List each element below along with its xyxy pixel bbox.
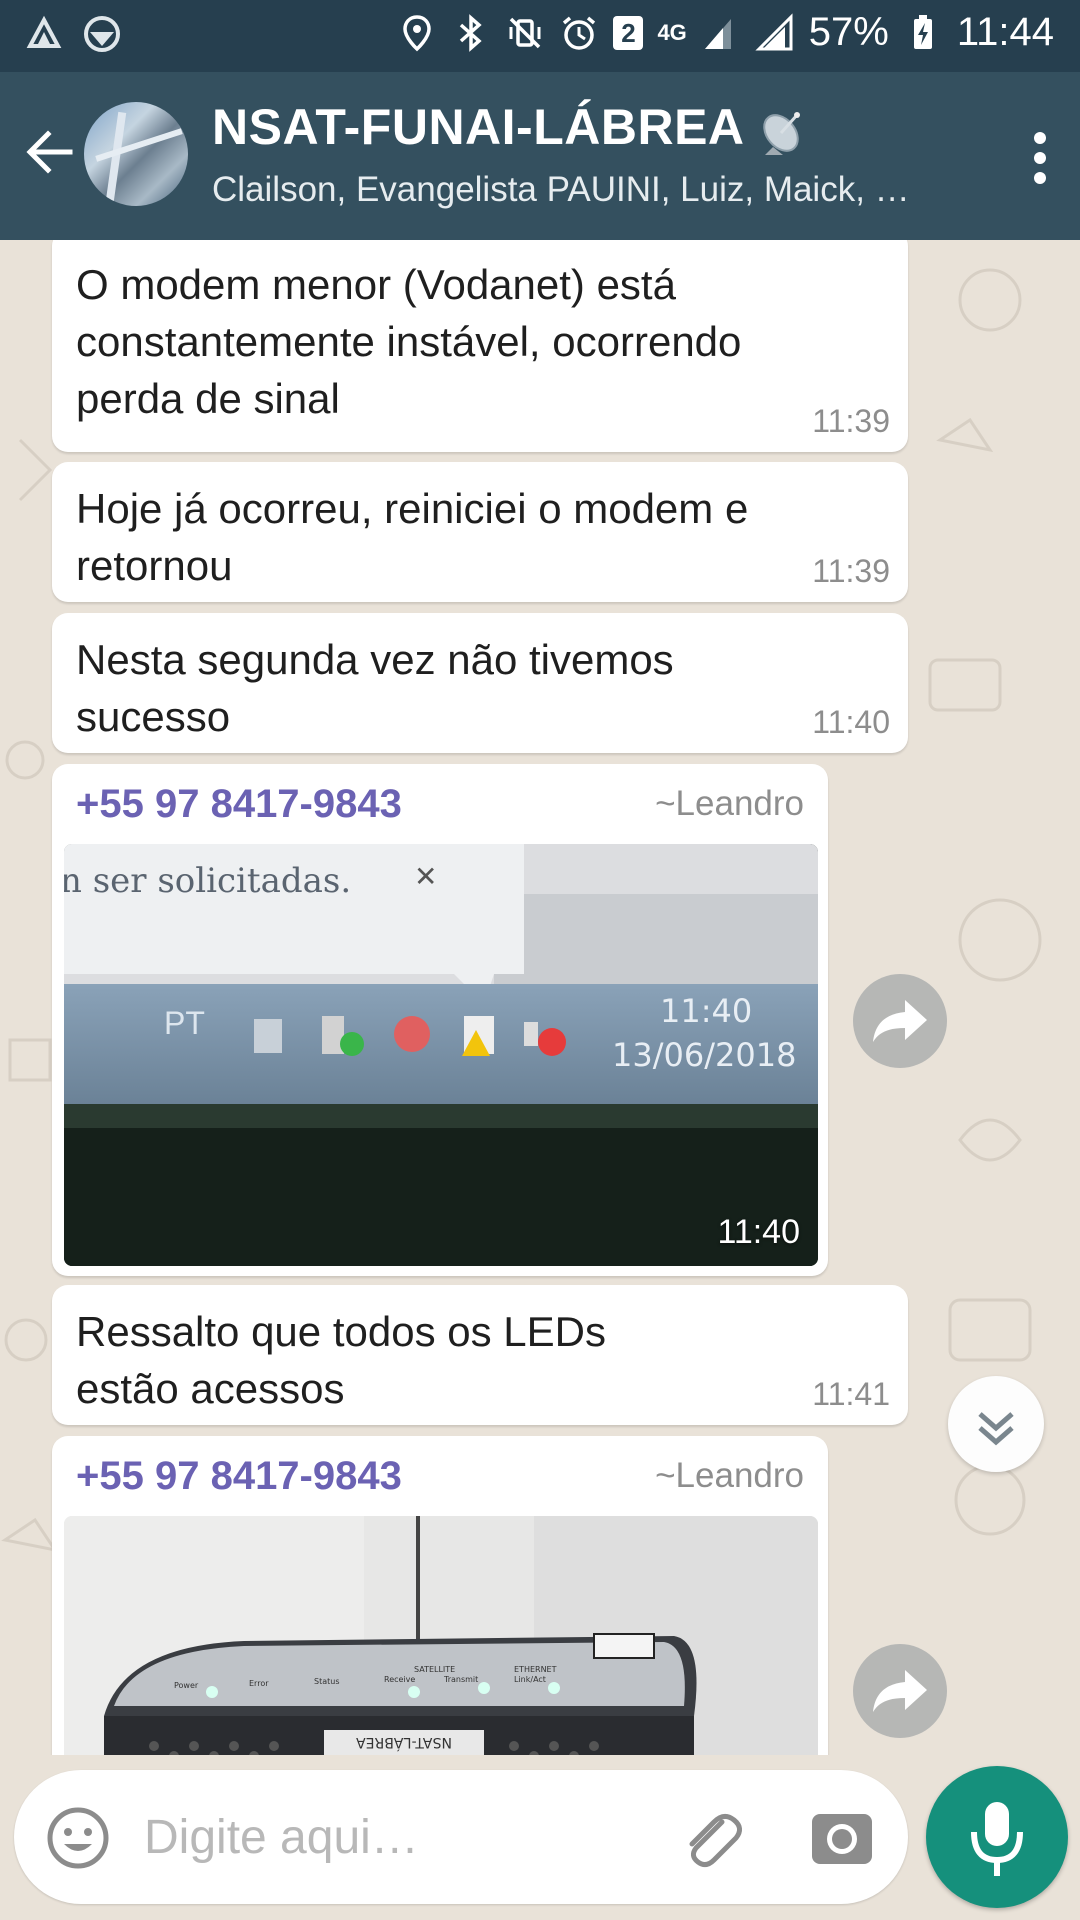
- image-message[interactable]: +55 97 8417-9843 ~Leandro n ser solicita…: [52, 764, 828, 1276]
- battery-percent: 57%: [808, 10, 889, 54]
- photo-taskbar[interactable]: n ser solicitadas. ✕ PT 11:40 13/06/2018…: [64, 844, 818, 1266]
- browser-app-icon: [84, 16, 120, 52]
- modem-led-label: ETHERNET: [514, 1665, 557, 1674]
- more-vert-icon[interactable]: [1030, 128, 1050, 184]
- modem-device-label: NSAT-LÁBREA: [356, 1734, 452, 1751]
- group-avatar[interactable]: [84, 102, 188, 206]
- signal-icon-2: [755, 12, 793, 50]
- camera-icon[interactable]: [810, 1806, 874, 1870]
- modem-led-label: Link/Act: [514, 1675, 546, 1684]
- photo-modem[interactable]: Power Error Status Receive SATELLITE Tra…: [64, 1516, 818, 1755]
- sender-name[interactable]: +55 97 8417-9843: [76, 782, 402, 827]
- message-time: 11:40: [812, 704, 890, 740]
- photo-popup-text: n ser solicitadas.: [64, 861, 351, 901]
- bluetooth-icon: [460, 13, 483, 52]
- location-icon: [403, 14, 432, 51]
- message-text: O modem menor (Vodanet) está constanteme…: [76, 261, 742, 422]
- group-title[interactable]: NSAT-FUNAI-LÁBREA: [212, 98, 809, 157]
- forward-icon: [873, 1670, 927, 1712]
- message-bubble[interactable]: Hoje já ocorreu, reiniciei o modem e ret…: [52, 462, 908, 602]
- status-bar: 2 4G 57% 11:44: [0, 0, 1080, 72]
- notification-alert-icon: [26, 15, 62, 48]
- sim-badge: 2: [613, 15, 644, 50]
- photo-date-text: 13/06/2018: [612, 1036, 796, 1074]
- forward-icon: [873, 1000, 927, 1042]
- photo-lang-text: PT: [164, 1005, 205, 1041]
- modem-led-label: Receive: [384, 1675, 415, 1684]
- message-bubble[interactable]: Nesta segunda vez não tivemos sucesso 11…: [52, 613, 908, 753]
- group-members[interactable]: Clailson, Evangelista PAUINI, Luiz, Maic…: [212, 170, 972, 210]
- alarm-icon: [563, 16, 596, 50]
- message-text: Nesta segunda vez não tivemos sucesso: [76, 636, 674, 740]
- modem-led-label: Power: [174, 1681, 199, 1690]
- signal-icon: [704, 18, 731, 49]
- message-composer: [14, 1770, 908, 1904]
- message-time: 11:41: [812, 1376, 890, 1412]
- attach-icon[interactable]: [676, 1804, 746, 1874]
- modem-led-label: Status: [314, 1677, 340, 1686]
- emoji-icon[interactable]: [46, 1806, 110, 1870]
- chevron-down-icon: [978, 1412, 1014, 1446]
- photo-clock-text: 11:40: [660, 992, 752, 1030]
- modem-photo-content: Power Error Status Receive SATELLITE Tra…: [64, 1516, 818, 1755]
- chat-header: NSAT-FUNAI-LÁBREA Clailson, Evangelista …: [0, 72, 1080, 240]
- group-title-text: NSAT-FUNAI-LÁBREA: [212, 99, 745, 155]
- vibrate-mute-icon: [509, 17, 541, 48]
- modem-led-label: SATELLITE: [414, 1665, 455, 1674]
- clock: 11:44: [956, 10, 1054, 54]
- message-time: 11:40: [717, 1213, 800, 1251]
- message-input[interactable]: [144, 1800, 624, 1874]
- scroll-to-bottom-button[interactable]: [948, 1376, 1044, 1472]
- message-text: Hoje já ocorreu, reiniciei o modem e ret…: [76, 485, 749, 589]
- image-message[interactable]: +55 97 8417-9843 ~Leandro Power Error St…: [52, 1436, 828, 1755]
- modem-led-label: Transmit: [443, 1675, 478, 1684]
- sender-alias: ~Leandro: [655, 784, 804, 823]
- modem-led-label: Error: [249, 1679, 269, 1688]
- back-arrow-icon[interactable]: [22, 124, 78, 180]
- message-time: 11:39: [812, 553, 890, 589]
- sender-alias: ~Leandro: [655, 1456, 804, 1495]
- message-bubble[interactable]: O modem menor (Vodanet) está constanteme…: [52, 240, 908, 452]
- taskbar-photo-content: n ser solicitadas. ✕ PT 11:40 13/06/2018: [64, 844, 818, 1266]
- svg-text:✕: ✕: [414, 861, 437, 892]
- battery-charging-icon: [913, 14, 932, 49]
- forward-button[interactable]: [853, 1644, 947, 1738]
- voice-record-button[interactable]: [926, 1766, 1068, 1908]
- sender-name[interactable]: +55 97 8417-9843: [76, 1454, 402, 1499]
- mic-icon: [971, 1802, 1023, 1876]
- chat-area[interactable]: O modem menor (Vodanet) está constanteme…: [0, 240, 1080, 1755]
- message-text: Ressalto que todos os LEDs estão acessos: [76, 1308, 606, 1412]
- message-bubble[interactable]: Ressalto que todos os LEDs estão acessos…: [52, 1285, 908, 1425]
- network-type: 4G: [657, 19, 687, 45]
- forward-button[interactable]: [853, 974, 947, 1068]
- satellite-dish-icon: [762, 111, 800, 155]
- message-time: 11:39: [812, 403, 890, 439]
